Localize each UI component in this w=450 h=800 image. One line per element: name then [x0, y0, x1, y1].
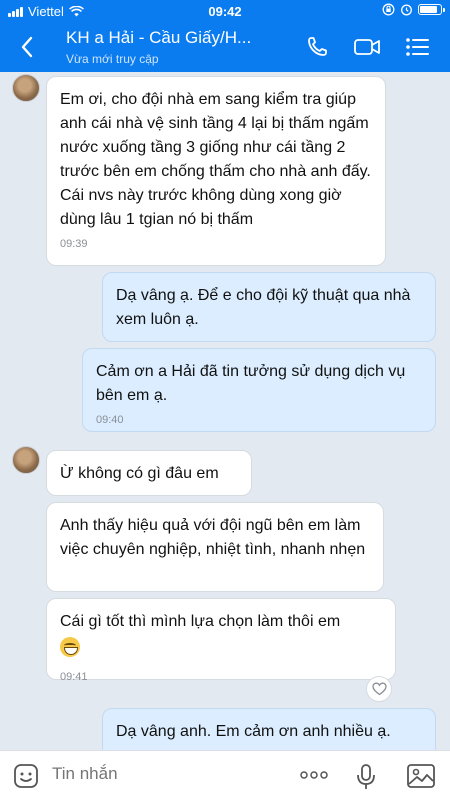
message-list[interactable]: Em ơi, cho đội nhà em sang kiểm tra giúp…	[0, 72, 450, 750]
message-text: Dạ vâng anh. Em cảm ơn anh nhiều ạ.	[116, 723, 391, 740]
last-active-status: Vừa mới truy cập	[66, 52, 159, 66]
heart-icon	[371, 682, 387, 696]
message-text: Dạ vâng ạ. Để e cho đội kỹ thuật qua nhà…	[116, 287, 411, 328]
reaction-button[interactable]	[366, 676, 392, 702]
message-bubble-incoming[interactable]: Em ơi, cho đội nhà em sang kiểm tra giúp…	[46, 76, 386, 266]
back-chevron-icon[interactable]	[16, 34, 40, 60]
more-options-icon[interactable]	[300, 769, 328, 781]
message-time: 09:40	[96, 414, 124, 426]
message-bubble-incoming[interactable]: Ừ không có gì đâu em	[46, 450, 252, 496]
contact-avatar[interactable]	[12, 446, 40, 474]
contact-avatar[interactable]	[12, 74, 40, 102]
message-text: Cảm ơn a Hải đã tin tưởng sử dụng dịch v…	[96, 363, 406, 404]
status-bar: Viettel 09:42	[0, 0, 450, 22]
message-bubble-outgoing[interactable]: Dạ vâng ạ. Để e cho đội kỹ thuật qua nhà…	[102, 272, 436, 342]
alarm-icon	[401, 4, 412, 16]
message-bubble-incoming[interactable]: Anh thấy hiệu quả với đội ngũ bên em làm…	[46, 502, 384, 592]
grinning-face-emoji	[60, 637, 80, 657]
message-text: Cái gì tốt thì mình lựa chọn làm thôi em	[60, 613, 341, 630]
battery-icon	[418, 4, 445, 15]
sticker-icon[interactable]	[12, 763, 40, 789]
message-bubble-incoming[interactable]: Cái gì tốt thì mình lựa chọn làm thôi em…	[46, 598, 396, 683]
video-call-icon[interactable]	[352, 34, 382, 60]
image-gallery-icon[interactable]	[406, 763, 436, 789]
message-input[interactable]	[52, 764, 272, 784]
contact-name[interactable]: KH a Hải - Cầu Giấy/H...	[66, 28, 286, 48]
phone-icon[interactable]	[304, 34, 332, 60]
message-bubble-outgoing[interactable]: Dạ vâng anh. Em cảm ơn anh nhiều ạ.	[102, 708, 436, 750]
message-text: Anh thấy hiệu quả với đội ngũ bên em làm…	[60, 517, 366, 558]
composer-bar	[0, 750, 450, 800]
message-bubble-outgoing[interactable]: Cảm ơn a Hải đã tin tưởng sử dụng dịch v…	[82, 348, 436, 432]
microphone-icon[interactable]	[356, 763, 376, 791]
message-text: Em ơi, cho đội nhà em sang kiểm tra giúp…	[60, 91, 371, 228]
chat-header: KH a Hải - Cầu Giấy/H... Vừa mới truy cậ…	[0, 22, 450, 72]
lock-rotation-icon	[382, 3, 395, 16]
message-time: 09:41	[60, 671, 88, 683]
message-text: Ừ không có gì đâu em	[60, 465, 219, 482]
message-time: 09:39	[60, 238, 88, 250]
menu-icon[interactable]	[404, 34, 432, 60]
